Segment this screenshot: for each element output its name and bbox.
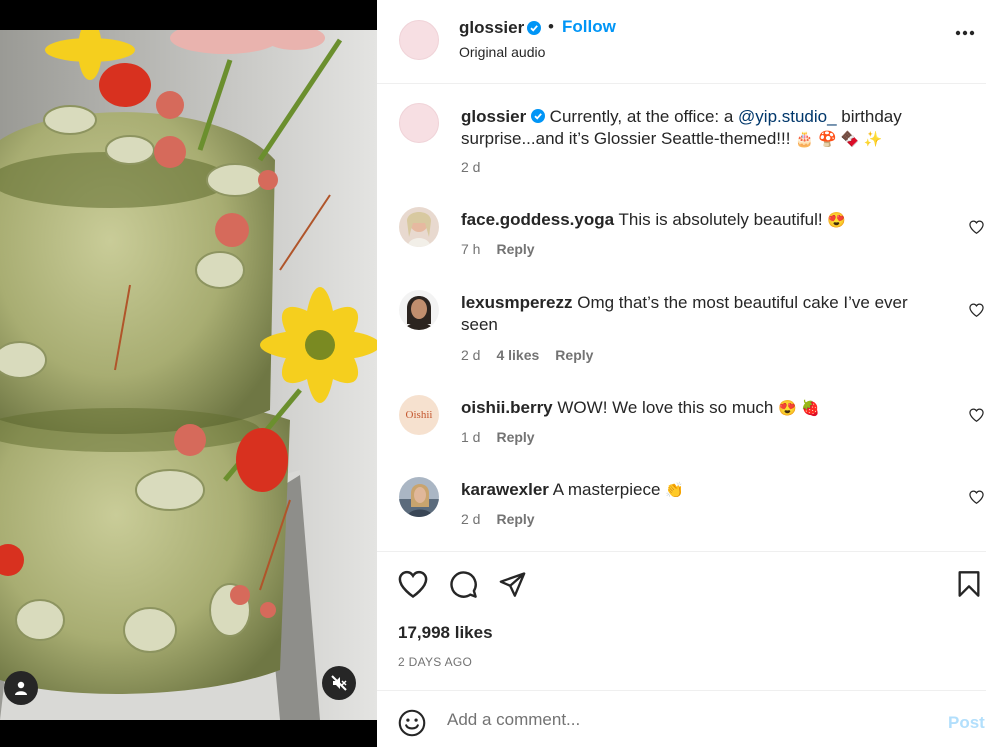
comment-body: A masterpiece — [552, 480, 661, 499]
caption-text: glossier Currently, at the office: a @yi… — [461, 106, 931, 151]
author-username[interactable]: glossier — [459, 18, 524, 38]
caption-avatar[interactable] — [399, 103, 439, 143]
caption-meta: 2 d — [461, 159, 480, 175]
comment-text: oishii.berry WOW! We love this so much 😍… — [461, 397, 931, 420]
avatar-logo-text: Oishii — [405, 409, 433, 421]
comment-time[interactable]: 1 d — [461, 429, 480, 445]
comment-username[interactable]: karawexler — [461, 480, 549, 499]
post-header: glossier • Follow Original audio — [377, 0, 986, 84]
avatar-photo — [399, 477, 439, 517]
user-tag-button[interactable] — [4, 671, 38, 705]
comment-meta: 2 d 4 likes Reply — [461, 347, 593, 363]
comment-meta: 2 d Reply — [461, 511, 535, 527]
action-bar: 17,998 likes 2 DAYS AGO — [377, 551, 986, 690]
verified-badge-icon — [527, 21, 541, 35]
share-icon[interactable] — [498, 570, 527, 598]
post-details-panel: glossier • Follow Original audio glossie… — [377, 0, 986, 747]
post-date[interactable]: 2 DAYS AGO — [398, 655, 472, 669]
mute-icon — [331, 675, 347, 691]
heart-icon[interactable] — [969, 408, 984, 422]
comment-meta: 1 d Reply — [461, 429, 535, 445]
reply-button[interactable]: Reply — [496, 241, 534, 257]
comment-emoji: 😍 — [827, 212, 847, 229]
audio-label[interactable]: Original audio — [459, 44, 545, 60]
comment-time[interactable]: 2 d — [461, 511, 480, 527]
reply-button[interactable]: Reply — [496, 429, 534, 445]
comment-text: karawexler A masterpiece 👏 — [461, 479, 931, 502]
comment-likes[interactable]: 4 likes — [496, 347, 539, 363]
caption-mention[interactable]: @yip.studio_ — [738, 107, 837, 126]
comment-time[interactable]: 2 d — [461, 347, 480, 363]
add-comment-bar: Post — [377, 690, 986, 747]
post-comment-button[interactable]: Post — [948, 713, 985, 733]
like-heart-icon[interactable] — [398, 570, 428, 598]
verified-badge-icon — [530, 109, 545, 123]
heart-icon[interactable] — [969, 303, 984, 317]
reply-button[interactable]: Reply — [555, 347, 593, 363]
comment-meta: 7 h Reply — [461, 241, 535, 257]
comment-username[interactable]: face.goddess.yoga — [461, 210, 614, 229]
comment-text: face.goddess.yoga This is absolutely bea… — [461, 209, 931, 232]
heart-icon[interactable] — [969, 220, 984, 234]
heart-icon[interactable] — [969, 490, 984, 504]
post-media[interactable] — [0, 0, 377, 747]
caption-time[interactable]: 2 d — [461, 159, 480, 175]
comment-username[interactable]: lexusmperezz — [461, 293, 573, 312]
commenter-avatar[interactable] — [399, 290, 439, 330]
comment-username[interactable]: oishii.berry — [461, 398, 553, 417]
author-avatar[interactable] — [399, 20, 439, 60]
avatar-photo — [399, 207, 439, 247]
comment-emoji: 😍 🍓 — [778, 400, 820, 417]
comment-input[interactable] — [447, 707, 927, 733]
caption-emojis: 🎂 🍄 🍫 ✨ — [795, 131, 883, 148]
separator-dot: • — [548, 17, 554, 36]
comment-text: lexusmperezz Omg that’s the most beautif… — [461, 292, 931, 336]
caption-username[interactable]: glossier — [461, 107, 526, 126]
avatar-photo — [399, 290, 439, 330]
commenter-avatar[interactable] — [399, 207, 439, 247]
comment-body: This is absolutely beautiful! — [618, 210, 823, 229]
more-options-icon[interactable] — [955, 30, 975, 36]
likes-count[interactable]: 17,998 likes — [398, 623, 493, 643]
save-icon[interactable] — [957, 570, 981, 598]
emoji-icon[interactable] — [398, 709, 426, 737]
commenter-avatar[interactable]: Oishii — [399, 395, 439, 435]
follow-button[interactable]: Follow — [562, 17, 616, 37]
commenter-avatar[interactable] — [399, 477, 439, 517]
cake-photo — [0, 30, 377, 720]
reply-button[interactable]: Reply — [496, 511, 534, 527]
comment-body: WOW! We love this so much — [557, 398, 774, 417]
user-tag-icon — [15, 681, 27, 695]
caption-body-start: Currently, at the office: a — [549, 107, 739, 126]
comment-time[interactable]: 7 h — [461, 241, 480, 257]
comment-emoji: 👏 — [665, 482, 684, 499]
comment-icon[interactable] — [449, 570, 478, 599]
mute-button[interactable] — [322, 666, 356, 700]
